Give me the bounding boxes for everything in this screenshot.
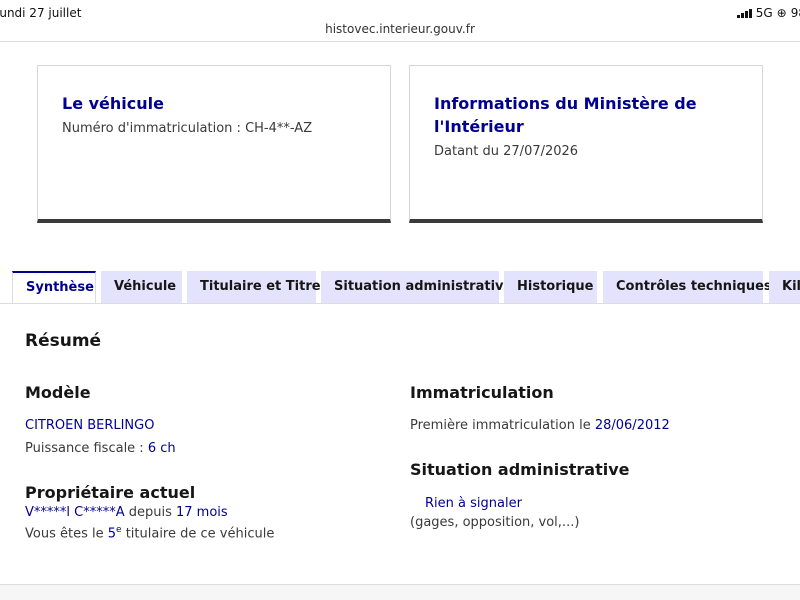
fiscal-power-label: Puissance fiscale :	[25, 441, 148, 456]
first-registration: Première immatriculation le 28/06/2012	[410, 418, 670, 433]
orientation-lock-icon: ⊕	[776, 6, 787, 20]
admin-heading: Situation administrative	[410, 460, 630, 479]
tab-historique[interactable]: Historique	[504, 271, 597, 304]
owner-heading: Propriétaire actuel	[25, 483, 196, 502]
owner-rank-suffix: titulaire de ce véhicule	[121, 526, 275, 542]
owner-line: V*****l C*****A depuis 17 mois	[25, 505, 228, 520]
url-divider	[0, 41, 800, 42]
first-registration-label: Première immatriculation le	[410, 418, 595, 433]
first-registration-date: 28/06/2012	[594, 418, 670, 433]
status-date: lundi 27 juillet	[0, 6, 82, 20]
fiscal-power: Puissance fiscale : 6 ch	[25, 441, 176, 456]
model-name: CITROEN BERLINGO	[25, 418, 155, 433]
plate-label: Numéro d'immatriculation :	[62, 121, 246, 136]
status-bar: lundi 27 juillet 5G ⊕ 98	[0, 0, 800, 22]
owner-rank-prefix: Vous êtes le	[25, 526, 108, 542]
owner-rank-number: 5	[107, 526, 117, 542]
ministry-title-line2: l'Intérieur	[434, 117, 524, 136]
ministry-title-line1: Informations du Ministère de	[434, 94, 697, 113]
signal-icon	[736, 8, 752, 18]
vehicle-plate: Numéro d'immatriculation : CH-4**-AZ	[62, 121, 366, 136]
vehicle-card-title: Le véhicule	[62, 94, 164, 113]
tab-synthese[interactable]: Synthèse	[12, 271, 96, 304]
network-label: 5G	[755, 6, 773, 20]
date-value: 27/07/2026	[503, 144, 579, 159]
plate-value: CH-4**-AZ	[245, 121, 313, 136]
tab-kilometrage[interactable]: Kil	[769, 271, 800, 304]
status-indicators: 5G ⊕ 98	[736, 6, 800, 20]
owner-since-label: depuis	[124, 505, 176, 520]
admin-status: Rien à signaler	[425, 496, 522, 511]
summary-heading: Résumé	[25, 331, 102, 351]
ministry-card: Informations du Ministère de l'Intérieur …	[409, 65, 763, 223]
owner-rank: Vous êtes le 5e titulaire de ce véhicule	[25, 525, 274, 541]
tab-vehicule[interactable]: Véhicule	[101, 271, 182, 304]
bottom-bar	[0, 585, 800, 600]
date-label: Datant du	[434, 144, 504, 159]
battery-label: 98	[790, 6, 800, 20]
tab-situation-administrative[interactable]: Situation administrative	[321, 271, 512, 304]
admin-details: (gages, opposition, vol,...)	[410, 515, 580, 530]
url-bar[interactable]: histovec.interieur.gouv.fr	[0, 22, 800, 36]
model-heading: Modèle	[25, 383, 91, 402]
vehicle-card: Le véhicule Numéro d'immatriculation : C…	[37, 65, 391, 223]
ministry-date: Datant du 27/07/2026	[434, 144, 738, 159]
tab-controles-techniques[interactable]: Contrôles techniques	[603, 271, 772, 304]
owner-since-value: 17 mois	[176, 505, 228, 520]
fiscal-power-value: 6 ch	[147, 441, 176, 456]
registration-heading: Immatriculation	[410, 383, 554, 402]
ministry-card-title: Informations du Ministère de l'Intérieur	[434, 92, 738, 138]
tab-titulaire-et-titre[interactable]: Titulaire et Titre	[187, 271, 321, 304]
owner-name: V*****l C*****A	[25, 505, 125, 520]
tab-bar: Synthèse Véhicule Titulaire et Titre Sit…	[12, 271, 800, 304]
